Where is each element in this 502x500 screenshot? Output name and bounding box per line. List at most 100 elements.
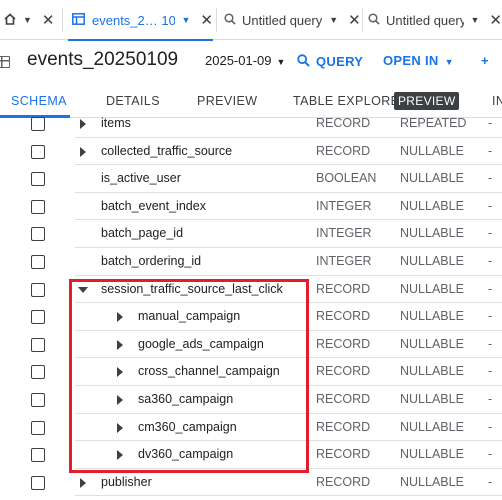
query-button[interactable]: QUERY	[297, 53, 363, 69]
row-checkbox[interactable]	[31, 310, 45, 325]
field-mode: NULLABLE	[400, 364, 464, 379]
field-type: INTEGER	[316, 226, 372, 241]
field-mode: NULLABLE	[400, 171, 464, 186]
table-row[interactable]: collected_traffic_source RECORD NULLABLE -	[0, 138, 502, 166]
page-title: events_20250109	[27, 49, 179, 70]
field-name: is_active_user	[101, 171, 181, 186]
field-name: items	[101, 116, 131, 130]
field-name: batch_event_index	[101, 198, 206, 213]
field-mode: NULLABLE	[400, 143, 464, 158]
field-mode: NULLABLE	[400, 419, 464, 434]
field-description: -	[488, 419, 493, 434]
field-description: -	[488, 281, 493, 296]
row-checkbox[interactable]	[31, 255, 45, 269]
field-description: -	[488, 447, 493, 462]
tab-label: Untitled query	[242, 12, 323, 28]
tab-untitled-query-2[interactable]: Untitled query ▼ ✕	[368, 0, 502, 40]
row-checkbox[interactable]	[31, 365, 45, 380]
field-type: RECORD	[316, 447, 371, 462]
field-type: RECORD	[316, 281, 371, 296]
field-description: -	[488, 254, 493, 268]
row-divider	[75, 495, 502, 497]
field-type: RECORD	[316, 392, 371, 406]
table-row[interactable]: batch_event_index INTEGER NULLABLE -	[0, 193, 502, 221]
tab-divider	[216, 8, 217, 32]
field-mode: NULLABLE	[400, 474, 464, 489]
row-checkbox[interactable]	[31, 144, 45, 159]
row-checkbox[interactable]	[31, 199, 45, 214]
highlight-box	[69, 279, 309, 473]
row-checkbox[interactable]	[31, 117, 45, 131]
field-description: -	[488, 198, 493, 213]
add-button[interactable]: +	[481, 53, 489, 68]
chevron-down-icon: ▼	[276, 57, 286, 67]
tab-untitled-query-1[interactable]: Untitled query ▼ ✕	[224, 0, 362, 40]
row-checkbox[interactable]	[31, 420, 45, 435]
field-description: -	[488, 392, 493, 406]
field-mode: NULLABLE	[400, 226, 464, 241]
field-type: RECORD	[316, 474, 371, 489]
home-icon	[4, 13, 16, 25]
tab-label: Untitled query	[386, 12, 464, 28]
field-mode: NULLABLE	[400, 392, 464, 406]
chevron-down-icon: ▼	[470, 15, 480, 25]
tab-preview[interactable]: PREVIEW	[197, 94, 257, 108]
tab-schema[interactable]: SCHEMA	[11, 94, 67, 108]
field-mode: REPEATED	[400, 116, 467, 130]
field-type: RECORD	[316, 419, 371, 434]
field-mode: NULLABLE	[400, 336, 464, 351]
field-description: -	[488, 171, 493, 186]
table-row[interactable]: is_active_user BOOLEAN NULLABLE -	[0, 165, 502, 193]
tab-table-explorer[interactable]: TABLE EXPLORER	[293, 94, 409, 108]
field-type: RECORD	[316, 309, 371, 324]
editor-tab-bar: ▼ ✕ events_2… 109 ▼ ✕ Untitled query ▼ ✕…	[0, 0, 502, 41]
close-icon[interactable]: ✕	[489, 11, 502, 29]
chevron-down-icon: ▼	[329, 15, 339, 25]
tab-details[interactable]: DETAILS	[106, 94, 160, 108]
field-type: BOOLEAN	[316, 171, 377, 186]
expand-arrow-icon[interactable]	[80, 119, 86, 129]
table-row[interactable]: items RECORD REPEATED -	[0, 110, 502, 138]
field-type: INTEGER	[316, 198, 372, 213]
search-icon	[297, 54, 310, 70]
chevron-down-icon: ▼	[181, 15, 191, 25]
preview-badge: PREVIEW	[394, 92, 460, 110]
row-checkbox[interactable]	[31, 448, 45, 463]
date-selector[interactable]: 2025-01-09 ▼	[205, 53, 285, 68]
table-row[interactable]: batch_ordering_id INTEGER NULLABLE -	[0, 248, 502, 276]
row-checkbox[interactable]	[31, 475, 45, 490]
expand-arrow-icon[interactable]	[80, 477, 86, 488]
field-type: RECORD	[316, 116, 371, 130]
chevron-down-icon: ▼	[444, 57, 454, 67]
field-description: -	[488, 364, 493, 379]
tab-divider	[362, 8, 363, 32]
row-checkbox[interactable]	[31, 227, 45, 242]
row-checkbox[interactable]	[31, 282, 45, 297]
table-row[interactable]: batch_page_id INTEGER NULLABLE -	[0, 220, 502, 248]
close-icon[interactable]: ✕	[200, 11, 213, 29]
field-description: -	[488, 226, 493, 241]
close-icon[interactable]: ✕	[348, 11, 361, 29]
query-icon	[368, 12, 380, 28]
field-description: -	[488, 116, 493, 130]
field-type: RECORD	[316, 336, 371, 351]
field-mode: NULLABLE	[400, 309, 464, 324]
table-icon	[0, 56, 10, 68]
field-type: RECORD	[316, 364, 371, 379]
field-name: publisher	[101, 474, 152, 489]
tab-home[interactable]: ▼ ✕	[4, 0, 56, 40]
close-icon[interactable]: ✕	[42, 11, 55, 29]
field-type: INTEGER	[316, 254, 372, 268]
row-checkbox[interactable]	[31, 393, 45, 407]
open-in-button[interactable]: OPEN IN ▼	[383, 53, 454, 68]
field-mode: NULLABLE	[400, 447, 464, 462]
field-description: -	[488, 336, 493, 351]
field-description: -	[488, 143, 493, 158]
tab-label: events_2… 109	[92, 12, 175, 28]
expand-arrow-icon[interactable]	[80, 146, 86, 157]
field-type: RECORD	[316, 143, 371, 158]
tab-events-table[interactable]: events_2… 109 ▼ ✕	[68, 0, 213, 41]
row-checkbox[interactable]	[31, 337, 45, 352]
tab-lineage[interactable]: IN	[492, 94, 502, 108]
row-checkbox[interactable]	[31, 172, 45, 187]
